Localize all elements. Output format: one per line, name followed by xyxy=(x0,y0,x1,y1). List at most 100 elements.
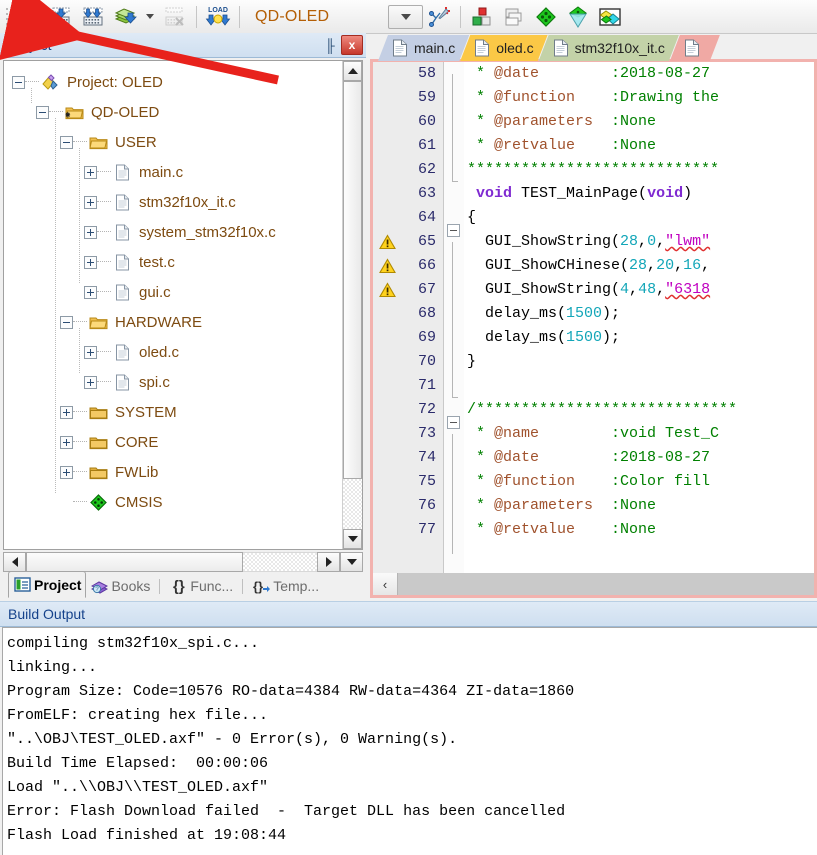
hscrollbar-thumb[interactable] xyxy=(26,552,243,572)
run-time-env-icon[interactable] xyxy=(562,2,594,32)
hscrollbar-track[interactable] xyxy=(243,552,317,572)
batch-build-dropdown-icon[interactable] xyxy=(141,2,159,32)
scroll-up-icon[interactable] xyxy=(343,61,362,81)
editor-scroll-left-icon[interactable]: ‹ xyxy=(373,573,398,595)
expand-icon[interactable] xyxy=(84,285,97,299)
editor-tab-mainc[interactable]: main.c xyxy=(378,35,469,61)
expand-icon[interactable] xyxy=(84,165,97,179)
tree-connector xyxy=(73,141,87,143)
editor-tab-stm32f10xitc[interactable]: stm32f10x_it.c xyxy=(539,35,679,61)
expand-icon[interactable] xyxy=(84,225,97,239)
code-token: GUI_ShowCHinese( xyxy=(467,257,630,274)
code-token: 28 xyxy=(620,233,639,250)
expand-icon[interactable] xyxy=(60,465,73,479)
warning-icon[interactable] xyxy=(373,258,401,274)
code-line[interactable]: 64 { xyxy=(373,206,814,237)
scroll-right-icon[interactable] xyxy=(317,552,340,572)
warning-icon[interactable] xyxy=(373,282,401,298)
scrollbar-track[interactable] xyxy=(343,479,362,529)
expand-icon[interactable] xyxy=(84,345,97,359)
code-view[interactable]: 58 * @date :2018-08-27 59 * @function :Dr… xyxy=(373,62,814,573)
collapse-icon[interactable] xyxy=(60,315,73,329)
download-icon[interactable]: LOAD xyxy=(202,2,234,32)
line-number: 74 xyxy=(417,449,436,466)
project-tree-scrollbar[interactable] xyxy=(342,61,362,549)
code-line[interactable]: 76 * @parameters :None xyxy=(373,494,814,530)
code-line[interactable]: 67 GUI_ShowString(4,48,"6318 xyxy=(373,278,814,314)
svg-text:LOAD: LOAD xyxy=(208,7,228,14)
panel-tab-temp[interactable]: {} Temp... xyxy=(248,574,323,598)
code-token: GUI_ShowString( xyxy=(467,281,621,298)
expand-icon[interactable] xyxy=(60,435,73,449)
rebuild-icon[interactable] xyxy=(77,2,109,32)
code-line[interactable]: 60 * @parameters :None xyxy=(373,110,814,146)
target-combo-icon[interactable] xyxy=(388,4,424,29)
code-line[interactable]: 61 * @retvalue :None xyxy=(373,134,814,170)
code-token: * xyxy=(467,497,495,514)
tree-connector xyxy=(73,501,87,503)
code-line[interactable]: 58 * @date :2018-08-27 xyxy=(373,62,814,98)
collapse-icon[interactable] xyxy=(36,105,49,119)
build-output-text[interactable]: compiling stm32f10x_spi.c... linking... … xyxy=(2,627,817,855)
scroll-dropdown-icon[interactable] xyxy=(340,552,363,572)
line-number: 68 xyxy=(417,305,436,322)
tree-guide-line xyxy=(55,118,56,493)
cmsis-icon xyxy=(89,493,108,512)
line-number: 75 xyxy=(417,473,436,490)
pack-installer-icon[interactable] xyxy=(530,2,562,32)
code-line[interactable]: 66 GUI_ShowCHinese(28,20,16, xyxy=(373,254,814,290)
code-line[interactable]: 70} xyxy=(373,350,814,386)
scroll-left-icon[interactable] xyxy=(3,552,26,572)
code-line[interactable]: 59 * @function :Drawing the xyxy=(373,86,814,122)
toolbar-grip[interactable] xyxy=(3,5,11,28)
panel-tab-func[interactable]: {} Func... xyxy=(165,574,237,598)
collapse-icon[interactable] xyxy=(60,135,73,149)
multi-project-icon[interactable] xyxy=(498,2,530,32)
panel-tab-books[interactable]: ? Books xyxy=(86,574,154,598)
code-line[interactable]: 62 **************************** xyxy=(373,158,814,182)
toolbar-separator-3 xyxy=(460,5,462,28)
tree-node-label: system_stm32f10x.c xyxy=(139,223,276,241)
scrollbar-thumb[interactable] xyxy=(343,81,362,479)
tree-connector xyxy=(97,381,111,383)
tree-node-project-oled[interactable]: Project: OLED xyxy=(4,67,342,97)
editor-tab-oledc[interactable]: oled.c xyxy=(460,35,547,61)
manage-components-icon[interactable] xyxy=(466,2,498,32)
batch-build-icon[interactable] xyxy=(109,2,141,32)
code-text: /***************************** xyxy=(463,398,814,422)
pin-icon[interactable]: ╟ xyxy=(321,36,339,54)
code-line[interactable]: 63 void TEST_MainPage(void) xyxy=(373,182,814,206)
editor-hscrollbar-thumb[interactable] xyxy=(398,573,814,595)
expand-icon[interactable] xyxy=(84,255,97,269)
c-file-icon xyxy=(113,283,132,302)
code-line[interactable]: 72 /***************************** xyxy=(373,398,814,429)
tree-node-label: gui.c xyxy=(139,283,171,301)
editor-tab-extra[interactable] xyxy=(670,35,720,61)
expand-icon[interactable] xyxy=(84,195,97,209)
editor-hscrollbar[interactable]: ‹ xyxy=(373,573,814,595)
code-line[interactable]: 75 * @function :Color fill xyxy=(373,470,814,506)
warning-icon[interactable] xyxy=(373,234,401,250)
code-line[interactable]: 73 * @name :void Test_C xyxy=(373,422,814,458)
tree-guide-line xyxy=(79,148,80,283)
code-line[interactable]: 77 * @retvalue :None xyxy=(373,518,814,554)
close-icon[interactable]: x xyxy=(341,35,363,55)
code-line[interactable]: 68 delay_ms(1500); xyxy=(373,302,814,338)
code-line[interactable]: 71 xyxy=(373,374,814,398)
expand-icon[interactable] xyxy=(60,405,73,419)
configure-wizard-icon[interactable] xyxy=(423,2,455,32)
select-software-packs-icon[interactable] xyxy=(594,2,626,32)
fold-line-end xyxy=(452,170,458,182)
translate-icon[interactable] xyxy=(13,2,45,32)
code-line[interactable]: 65 GUI_ShowString(28,0,"lwm" xyxy=(373,230,814,266)
scroll-down-icon[interactable] xyxy=(343,529,362,549)
collapse-icon[interactable] xyxy=(12,75,25,89)
code-line[interactable]: 69 delay_ms(1500); xyxy=(373,326,814,362)
code-line[interactable]: 74 * @date :2018-08-27 xyxy=(373,446,814,482)
code-token: 1500 xyxy=(566,305,603,322)
project-tree[interactable]: Project: OLED QD-OLED USER main.c stm32f… xyxy=(4,61,342,549)
panel-tab-project[interactable]: Project xyxy=(8,571,87,598)
expand-icon[interactable] xyxy=(84,375,97,389)
build-icon[interactable] xyxy=(45,2,77,32)
project-tree-hscrollbar[interactable] xyxy=(3,552,363,572)
